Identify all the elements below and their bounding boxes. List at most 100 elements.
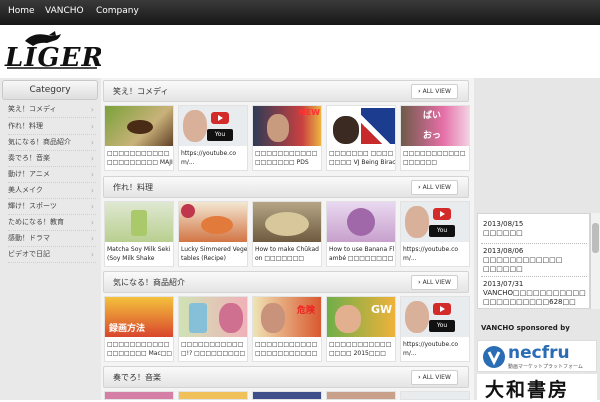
video-title: Lucky Simmered Vegetables (Recipe) <box>181 246 248 262</box>
video-card[interactable]: □□□□□□□□□□□□!? □□□□□□□□□□□□□ <box>178 296 248 362</box>
video-title: https://youtube.com/... <box>181 150 237 166</box>
chevron-right-icon: › <box>90 202 94 211</box>
youtube-logo-icon: You <box>207 129 233 141</box>
video-card[interactable]: GW □□□□□□□□□□□□□□□ 2015□□□ <box>326 296 396 362</box>
necfru-banner[interactable]: necfru 動画マーケットプラットフォーム <box>477 340 597 372</box>
video-card[interactable]: You https://youtube.com/... <box>400 296 470 362</box>
video-title: How to use Banana Flambé □□□□□□□□□ <box>329 246 395 262</box>
video-title: How to make Chūkadon □□□□□□□ <box>255 246 319 262</box>
video-title: □□□□□□□□□□□□!? □□□□□□□□□□□□□ <box>181 341 246 357</box>
necfru-subtitle: 動画マーケットプラットフォーム <box>508 364 583 370</box>
sidebar-item-diary[interactable]: ビデオで日記 › <box>8 246 96 263</box>
video-card[interactable]: 危険 □□□□□□□□□□□□□□□□□□□□□□□□□□ <box>252 296 322 362</box>
news-divider <box>481 243 587 244</box>
video-thumbnail <box>253 202 321 242</box>
news-link[interactable]: □□□□□□ <box>483 229 587 238</box>
video-card[interactable] <box>178 391 248 400</box>
video-thumbnail <box>327 106 395 146</box>
sidebar-item-music[interactable]: 奏でろ！音楽 › <box>8 150 96 167</box>
news-scrollbar[interactable] <box>590 213 600 309</box>
scrollbar-thumb[interactable] <box>592 223 599 253</box>
sidebar-item-makeup[interactable]: 美人メイク › <box>8 182 96 199</box>
sidebar-item-products[interactable]: 気になる！商品紹介 › <box>8 134 96 151</box>
circle-chevron-icon: › <box>418 88 421 95</box>
video-card[interactable]: NEW □□□□□□□□□□□□□□□□□□ PDS <box>252 105 322 171</box>
video-title: □□□□□□□□□□□□□□□□□□ Mac□□□□□□□□□□□□□□ <box>107 341 173 357</box>
video-card[interactable]: 録画方法 □□□□□□□□□□□□□□□□□□ Mac□□□□□□□□□□□□□… <box>104 296 174 362</box>
all-view-button[interactable]: › ALL VIEW <box>411 275 458 290</box>
video-title: □□□□□□□□□□□□□□□□□□□□□□□□□□ <box>255 341 318 357</box>
video-thumbnail: GW <box>327 297 395 337</box>
circle-chevron-icon: › <box>418 184 421 191</box>
youtube-play-icon <box>211 112 229 124</box>
video-thumbnail: You <box>179 106 247 146</box>
sidebar-item-sports[interactable]: 輝け！スポーツ › <box>8 198 96 215</box>
news-date: 2013/08/15 <box>483 220 524 228</box>
chevron-right-icon: › <box>90 122 94 131</box>
yamato-name: 大和書房 <box>485 379 570 401</box>
video-thumbnail: ばい おっ <box>401 106 469 146</box>
nav-link-home[interactable]: Home <box>8 6 35 16</box>
video-card[interactable]: □□□□□□□ □□□□□□□□ VJ Being Biracial In <box>326 105 396 171</box>
chevron-right-icon: › <box>90 138 94 147</box>
circle-chevron-icon: › <box>418 374 421 381</box>
video-thumbnail: 録画方法 <box>105 297 173 337</box>
video-card[interactable]: How to make Chūkadon □□□□□□□ <box>252 201 322 267</box>
necfru-name: necfru <box>508 343 570 363</box>
video-title: □□□□□□□□□□□□□□□□□□□□ MAJIDE <box>107 150 173 166</box>
sidebar-item-drama[interactable]: 感動！ドラマ › <box>8 230 96 247</box>
sidebar-item-education[interactable]: ためになる！教育 › <box>8 214 96 231</box>
video-thumbnail: 危険 <box>253 297 321 337</box>
sidebar-item-label: 笑え！コメディ <box>8 105 57 113</box>
video-card[interactable]: You https://youtube.com/... <box>400 201 470 267</box>
nav-link-vancho[interactable]: VANCHO <box>45 6 84 16</box>
necfru-logo-icon <box>483 346 505 368</box>
youtube-logo-icon: You <box>429 225 455 237</box>
video-title: □□□□□□□ □□□□□□□□ VJ Being Biracial In <box>329 150 396 166</box>
video-card[interactable]: Lucky Simmered Vegetables (Recipe) <box>178 201 248 267</box>
news-link[interactable]: VANCHO□□□□□□□□□□□ □□□□□□□□□□628□□ <box>483 289 587 307</box>
video-thumbnail <box>327 202 395 242</box>
video-title: https://youtube.com/... <box>403 341 459 357</box>
all-view-label: ALL VIEW <box>422 279 451 286</box>
news-link[interactable]: □□□□□□□□□□□□ □□□□□□ <box>483 256 587 274</box>
nav-link-company[interactable]: Company <box>96 6 139 16</box>
top-navigation-bar: Home VANCHO Company <box>0 0 600 25</box>
video-card[interactable] <box>326 391 396 400</box>
chevron-right-icon: › <box>90 186 94 195</box>
sidebar-item-cooking[interactable]: 作れ！料理 › <box>8 118 96 135</box>
video-card[interactable] <box>400 391 470 400</box>
category-header: Category <box>2 80 98 100</box>
youtube-play-icon <box>433 208 451 220</box>
video-card[interactable]: You https://youtube.com/... <box>178 105 248 171</box>
liger-logo[interactable]: LIGER <box>3 31 103 73</box>
video-thumbnail <box>105 202 173 242</box>
sidebar-item-anime[interactable]: 動け！アニメ › <box>8 166 96 183</box>
all-view-button[interactable]: › ALL VIEW <box>411 370 458 385</box>
youtube-logo-icon: You <box>429 320 455 332</box>
video-card[interactable] <box>252 391 322 400</box>
sidebar-item-label: 輝け！スポーツ <box>8 202 57 210</box>
video-thumbnail: NEW <box>253 106 321 146</box>
all-view-button[interactable]: › ALL VIEW <box>411 84 458 99</box>
video-card[interactable]: ばい おっ □□□□□□□□□□□□□□□□□ <box>400 105 470 171</box>
video-thumbnail <box>179 297 247 337</box>
chevron-right-icon: › <box>90 218 94 227</box>
all-view-button[interactable]: › ALL VIEW <box>411 180 458 195</box>
all-view-label: ALL VIEW <box>422 374 451 381</box>
sidebar-item-label: 感動！ドラマ <box>8 234 50 242</box>
video-card[interactable]: □□□□□□□□□□□□□□□□□□□□ MAJIDE <box>104 105 174 171</box>
sidebar-item-comedy[interactable]: 笑え！コメディ › <box>8 101 96 118</box>
video-card[interactable] <box>104 391 174 400</box>
sidebar-item-label: 作れ！料理 <box>8 122 43 130</box>
chevron-right-icon: › <box>90 105 94 114</box>
all-view-label: ALL VIEW <box>422 88 451 95</box>
video-card[interactable]: Matcha Soy Milk Seki (Soy Milk Shake <box>104 201 174 267</box>
chevron-right-icon: › <box>90 154 94 163</box>
sidebar-item-label: 奏でろ！音楽 <box>8 154 50 162</box>
yamato-banner[interactable]: 大和書房 <box>477 374 597 401</box>
video-thumbnail <box>105 106 173 146</box>
video-title: □□□□□□□□□□□□□□□□□□ PDS <box>255 150 318 166</box>
video-card[interactable]: How to use Banana Flambé □□□□□□□□□ <box>326 201 396 267</box>
sidebar-item-label: ビデオで日記 <box>8 250 50 258</box>
